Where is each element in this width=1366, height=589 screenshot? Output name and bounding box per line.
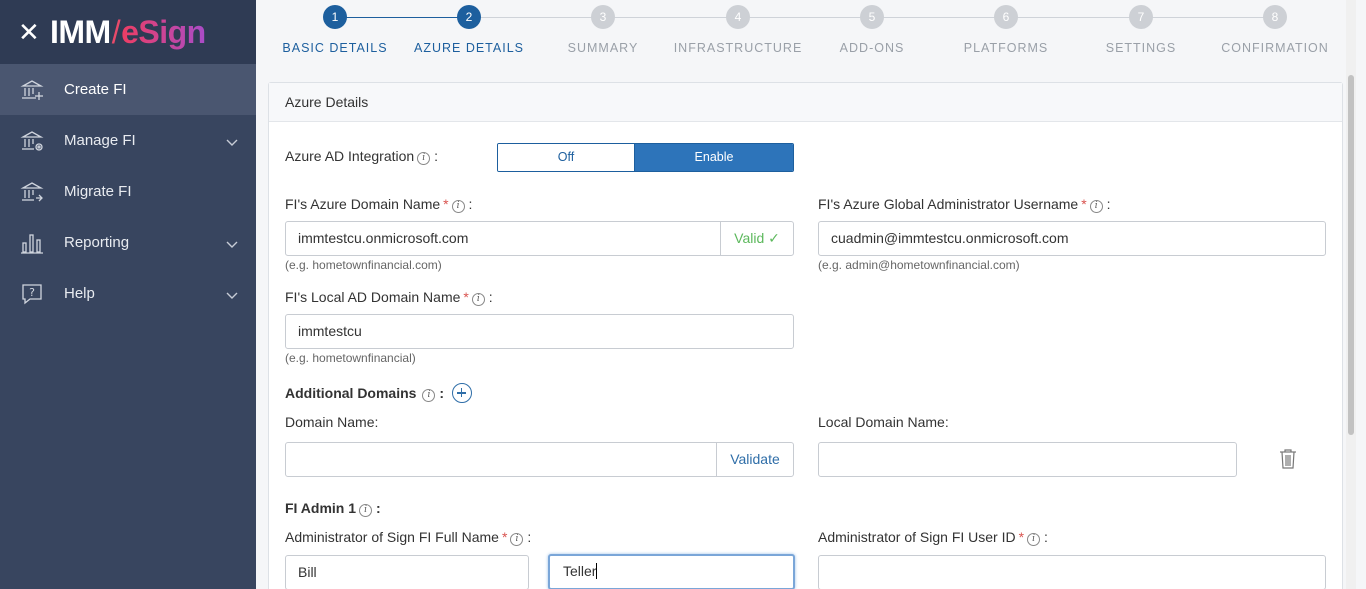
admin-username-hint: (e.g. admin@hometownfinancial.com) bbox=[818, 258, 1020, 272]
card-title: Azure Details bbox=[269, 83, 1342, 122]
sidebar-item-manage-fi[interactable]: Manage FI bbox=[0, 115, 256, 166]
step-summary[interactable]: 3 SUMMARY bbox=[538, 5, 668, 55]
additional-domains-heading: Additional Domains i : bbox=[285, 383, 472, 403]
azure-ad-label: Azure AD Integration i : bbox=[285, 148, 438, 165]
admin-username-input[interactable]: cuadmin@immtestcu.onmicrosoft.com bbox=[818, 221, 1326, 256]
step-platforms[interactable]: 6 PLATFORMS bbox=[941, 5, 1071, 55]
step-confirmation[interactable]: 8 CONFIRMATION bbox=[1210, 5, 1340, 55]
chevron-down-icon[interactable] bbox=[226, 134, 238, 151]
sidebar-item-label: Create FI bbox=[64, 81, 127, 98]
domain-name-label: Domain Name: bbox=[285, 414, 379, 430]
step-azure-details[interactable]: 2 AZURE DETAILS bbox=[404, 5, 534, 55]
chevron-down-icon[interactable] bbox=[226, 236, 238, 253]
brand-bar: ✕ IMM / eSign bbox=[0, 0, 256, 64]
logo: IMM / eSign bbox=[50, 13, 206, 50]
sidebar: ✕ IMM / eSign Create FI Manage FI Migrate … bbox=[0, 0, 256, 589]
local-ad-hint: (e.g. hometownfinancial) bbox=[285, 351, 416, 365]
step-add-ons[interactable]: 5 ADD-ONS bbox=[807, 5, 937, 55]
info-icon[interactable]: i bbox=[471, 293, 485, 306]
scrollbar[interactable] bbox=[1346, 0, 1356, 589]
local-domain-input[interactable] bbox=[818, 442, 1237, 477]
info-icon[interactable]: i bbox=[451, 200, 465, 213]
additional-domain-input[interactable] bbox=[285, 442, 718, 477]
azure-details-card: Azure Details Azure AD Integration i : Of… bbox=[268, 82, 1343, 589]
validate-button[interactable]: Validate bbox=[716, 442, 794, 477]
bar-chart-icon bbox=[20, 231, 44, 255]
azure-domain-label: FI's Azure Domain Name * i : bbox=[285, 196, 473, 213]
info-icon[interactable]: i bbox=[422, 389, 436, 402]
main-content: 1 BASIC DETAILS 2 AZURE DETAILS 3 SUMMAR… bbox=[256, 0, 1356, 589]
bank-add-icon bbox=[20, 78, 44, 102]
domain-valid-badge: Valid ✓ bbox=[720, 221, 794, 256]
close-icon[interactable]: ✕ bbox=[18, 19, 40, 45]
bank-migrate-icon bbox=[20, 180, 44, 204]
info-icon[interactable]: i bbox=[1089, 200, 1103, 213]
info-icon[interactable]: i bbox=[359, 504, 373, 517]
fi-admin-heading: FI Admin 1i : bbox=[285, 500, 381, 517]
sidebar-item-label: Help bbox=[64, 285, 95, 302]
toggle-enable-button[interactable]: Enable bbox=[635, 144, 793, 171]
admin-fullname-label: Administrator of Sign FI Full Name * i : bbox=[285, 529, 532, 546]
step-settings[interactable]: 7 SETTINGS bbox=[1076, 5, 1206, 55]
sidebar-item-label: Manage FI bbox=[64, 132, 136, 149]
info-icon[interactable]: i bbox=[417, 152, 431, 165]
toggle-off-button[interactable]: Off bbox=[498, 144, 635, 171]
local-ad-input[interactable]: immtestcu bbox=[285, 314, 794, 349]
admin-last-name-input[interactable]: Teller bbox=[548, 554, 795, 589]
trash-icon[interactable] bbox=[1279, 449, 1297, 474]
sidebar-item-create-fi[interactable]: Create FI bbox=[0, 64, 256, 115]
sidebar-item-help[interactable]: ? Help bbox=[0, 268, 256, 319]
azure-domain-hint: (e.g. hometownfinancial.com) bbox=[285, 258, 442, 272]
sidebar-item-label: Migrate FI bbox=[64, 183, 132, 200]
add-domain-icon[interactable] bbox=[451, 383, 472, 403]
admin-userid-label: Administrator of Sign FI User ID * i : bbox=[818, 529, 1048, 546]
text-cursor bbox=[596, 563, 598, 579]
step-infrastructure[interactable]: 4 INFRASTRUCTURE bbox=[673, 5, 803, 55]
help-icon: ? bbox=[20, 282, 44, 306]
local-ad-label: FI's Local AD Domain Name * i : bbox=[285, 289, 493, 306]
azure-ad-toggle: Off Enable bbox=[497, 143, 794, 172]
sidebar-item-label: Reporting bbox=[64, 234, 130, 251]
azure-domain-input[interactable]: immtestcu.onmicrosoft.com bbox=[285, 221, 721, 256]
info-icon[interactable]: i bbox=[510, 533, 524, 546]
step-basic-details[interactable]: 1 BASIC DETAILS bbox=[270, 5, 400, 55]
sidebar-item-migrate-fi[interactable]: Migrate FI bbox=[0, 166, 256, 217]
svg-text:?: ? bbox=[29, 286, 35, 299]
wizard-stepper: 1 BASIC DETAILS 2 AZURE DETAILS 3 SUMMAR… bbox=[256, 0, 1356, 80]
admin-userid-input[interactable] bbox=[818, 555, 1326, 589]
scrollbar-thumb[interactable] bbox=[1348, 75, 1354, 435]
bank-settings-icon bbox=[20, 129, 44, 153]
local-domain-name-label: Local Domain Name: bbox=[818, 414, 949, 430]
admin-username-label: FI's Azure Global Administrator Username… bbox=[818, 196, 1111, 213]
info-icon[interactable]: i bbox=[1027, 533, 1041, 546]
admin-first-name-input[interactable]: Bill bbox=[285, 555, 529, 589]
chevron-down-icon[interactable] bbox=[226, 287, 238, 304]
sidebar-item-reporting[interactable]: Reporting bbox=[0, 217, 256, 268]
